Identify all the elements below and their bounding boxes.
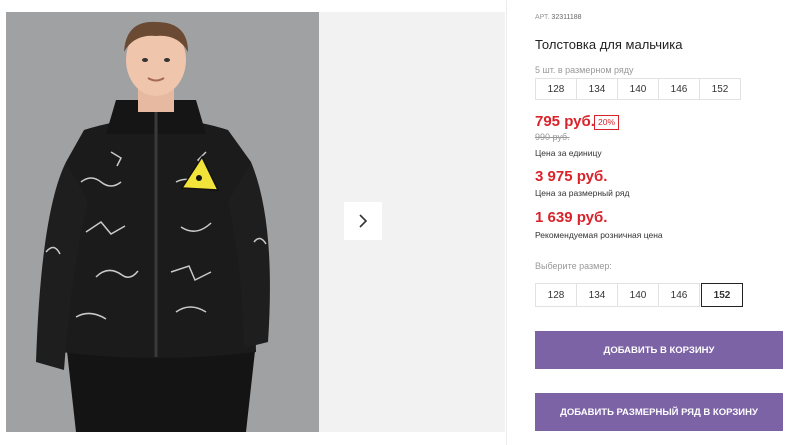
size-selector: 128 134 140 146 152 (535, 283, 743, 307)
article-number: АРТ. 32311188 (535, 14, 582, 21)
size-option-146[interactable]: 146 (658, 283, 700, 307)
size-option-128[interactable]: 128 (535, 283, 577, 307)
add-to-cart-button[interactable]: ДОБАВИТЬ В КОРЗИНУ (535, 331, 783, 369)
column-divider (506, 0, 507, 445)
size-row-note: 5 шт. в размерном ряду (535, 65, 634, 75)
add-size-row-to-cart-button[interactable]: ДОБАВИТЬ РАЗМЕРНЫЙ РЯД В КОРЗИНУ (535, 393, 783, 431)
row-price-caption: Цена за размерный ряд (535, 188, 630, 198)
chevron-right-icon (359, 214, 368, 228)
unit-price: 795 руб. (535, 113, 595, 130)
old-price: 990 руб. (535, 132, 570, 142)
retail-price: 1 639 руб. (535, 209, 608, 226)
row-price: 3 975 руб. (535, 168, 608, 185)
size-row-item: 146 (658, 78, 700, 100)
choose-size-label: Выберите размер: (535, 261, 612, 271)
product-title: Толстовка для мальчика (535, 37, 683, 52)
boy-in-jacket-image (6, 12, 319, 432)
article-value: 32311188 (551, 14, 582, 21)
size-row-list: 128 134 140 146 152 (535, 78, 741, 100)
size-row-item: 152 (699, 78, 741, 100)
size-row-item: 128 (535, 78, 577, 100)
product-photo[interactable] (6, 12, 319, 432)
retail-price-caption: Рекомендуемая розничная цена (535, 230, 663, 240)
gallery-next-button[interactable] (344, 202, 382, 240)
discount-badge: 20% (594, 115, 620, 130)
article-label: АРТ. (535, 14, 550, 21)
unit-price-caption: Цена за единицу (535, 148, 602, 158)
size-option-134[interactable]: 134 (576, 283, 618, 307)
size-row-item: 134 (576, 78, 618, 100)
size-option-140[interactable]: 140 (617, 283, 659, 307)
size-row-item: 140 (617, 78, 659, 100)
product-gallery (0, 12, 505, 432)
size-option-152[interactable]: 152 (701, 283, 743, 307)
